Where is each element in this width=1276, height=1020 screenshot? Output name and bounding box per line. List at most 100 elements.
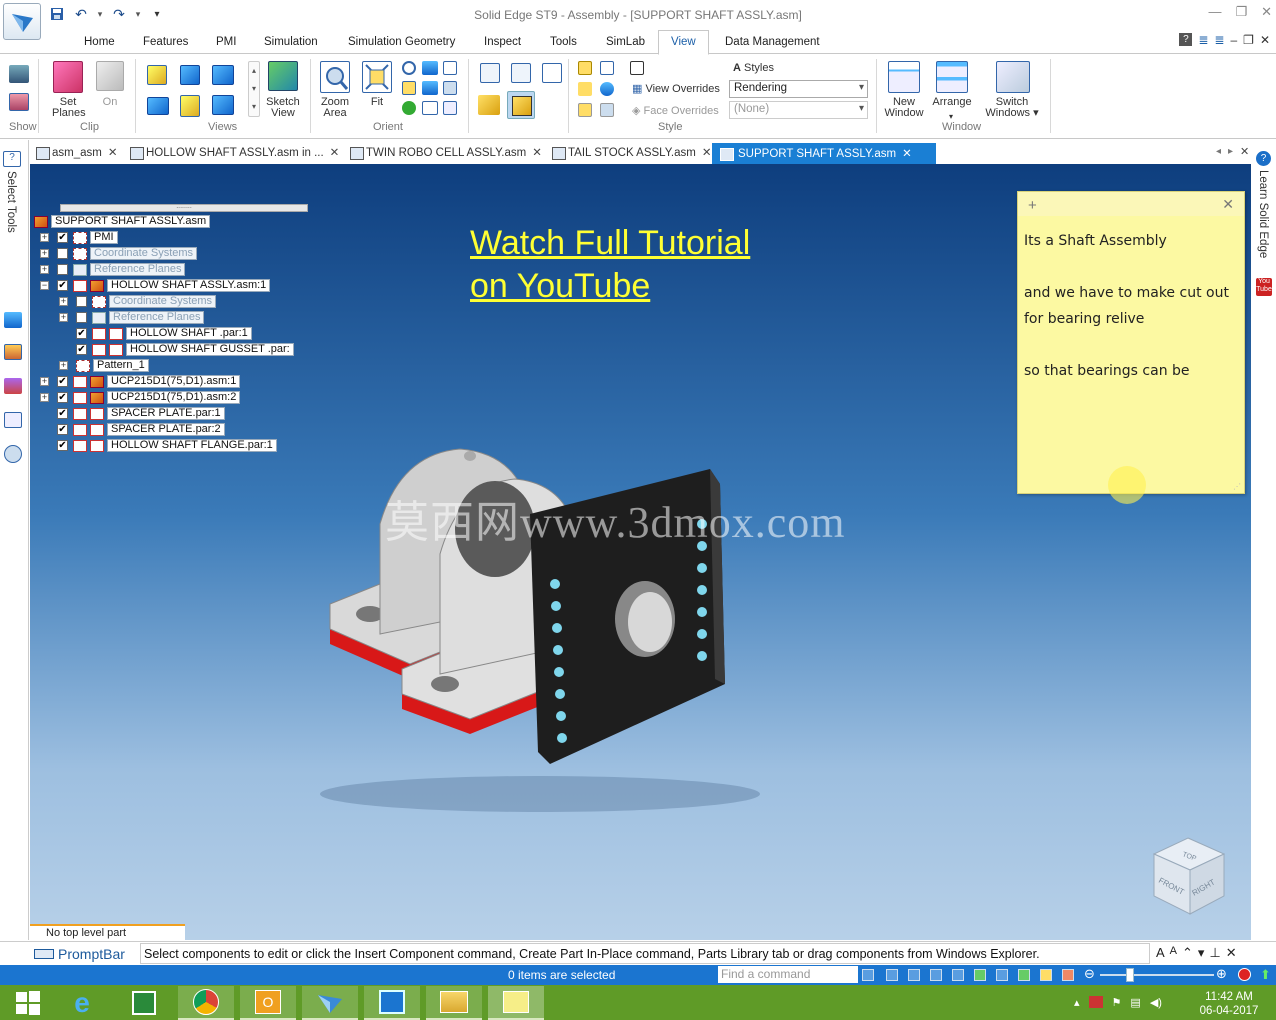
find-command-input[interactable]: Find a command	[718, 966, 858, 983]
show-hidden-icons-icon[interactable]: ▴	[1074, 996, 1080, 1009]
configurations-icon[interactable]	[4, 445, 22, 463]
flag-icon[interactable]: ⚑	[1112, 996, 1122, 1009]
new-window-icon[interactable]	[888, 61, 920, 93]
arrange-icon[interactable]	[936, 61, 968, 93]
perspective-icon[interactable]	[600, 61, 614, 75]
tab-simlab[interactable]: SimLab	[606, 36, 645, 48]
sketch-view-icon[interactable]	[268, 61, 298, 91]
sticky-note-text[interactable]: Its a Shaft Assembly and we have to make…	[1024, 228, 1242, 384]
pan-icon[interactable]	[422, 61, 438, 75]
fit-status-icon[interactable]	[930, 969, 942, 981]
zoom-previous-icon[interactable]	[443, 61, 457, 75]
floor-reflection-icon[interactable]	[600, 103, 614, 117]
new-window-button[interactable]: New Window	[880, 97, 928, 119]
taskbar-screen-capture[interactable]	[364, 986, 420, 1020]
close-promptbar-icon[interactable]: ✕	[1226, 945, 1237, 961]
expand-icon[interactable]: +	[40, 377, 49, 386]
view-left-icon[interactable]	[147, 97, 169, 115]
close-tab-icon[interactable]: ✕	[330, 147, 340, 159]
tab-scroll-left-icon[interactable]: ◂	[1216, 146, 1221, 157]
visibility-checkbox[interactable]: ✔	[57, 424, 68, 435]
close-note-icon[interactable]: ✕	[1222, 196, 1234, 213]
close-icon[interactable]: ✕	[1261, 4, 1272, 20]
pin-icon[interactable]: ⊥	[1209, 945, 1220, 961]
wireframe-cube-icon[interactable]	[480, 63, 500, 83]
go-icon[interactable]	[862, 969, 874, 981]
tab-pmi[interactable]: PMI	[216, 36, 236, 48]
doc-tab-asm-asm[interactable]: asm_asm ✕	[34, 145, 118, 163]
taskbar-file-explorer[interactable]	[426, 986, 482, 1020]
face-overrides-select[interactable]: (None)	[729, 101, 868, 119]
restore-icon[interactable]: ❐	[1235, 4, 1247, 20]
learn-solid-edge-tab[interactable]: Learn Solid Edge	[1257, 170, 1269, 258]
look-at-face-icon[interactable]	[443, 81, 457, 95]
layers-icon[interactable]	[4, 378, 22, 394]
family-icon[interactable]	[4, 344, 22, 360]
spin-status-icon[interactable]	[996, 969, 1008, 981]
tab-tools[interactable]: Tools	[550, 36, 577, 48]
dropdown-icon[interactable]: ▾	[1198, 945, 1205, 961]
arrow-up-icon[interactable]: ⬆	[1260, 967, 1271, 983]
doc-close-icon[interactable]: ✕	[1260, 33, 1270, 47]
taskbar-clock[interactable]: 11:42 AM 06-04-2017	[1196, 990, 1262, 1018]
views-status-icon[interactable]	[1062, 969, 1074, 981]
rotate-icon[interactable]	[402, 81, 416, 95]
minimize-icon[interactable]: —	[1208, 4, 1221, 20]
expand-icon[interactable]: +	[59, 361, 68, 370]
shaded-cube-icon[interactable]	[478, 95, 500, 115]
view-top-icon[interactable]	[147, 65, 167, 85]
refresh-status-icon[interactable]	[1018, 969, 1030, 981]
taskbar-sticky-notes[interactable]	[488, 986, 544, 1020]
tree-node-ucp215d1-1[interactable]: + ✔ UCP215D1(75,D1).asm:1	[40, 375, 241, 388]
spin-about-icon[interactable]	[422, 81, 438, 95]
help-icon[interactable]: ?	[1179, 33, 1193, 46]
zoom-area-icon[interactable]	[320, 61, 350, 93]
doc-restore-icon[interactable]: ❐	[1243, 33, 1254, 47]
show-panes-icon[interactable]	[9, 65, 29, 83]
arrange-button[interactable]: Arrange	[928, 97, 976, 108]
tree-node-ucp215d1-2[interactable]: + ✔ UCP215D1(75,D1).asm:2	[40, 391, 241, 404]
network-icon[interactable]: ▤	[1130, 996, 1140, 1009]
taskbar-solid-edge[interactable]	[302, 986, 358, 1020]
zoom-area-status-icon[interactable]	[886, 969, 898, 981]
tree-node-pattern[interactable]: + Pattern_1	[59, 359, 149, 372]
options-icon[interactable]: ≣	[1214, 33, 1224, 47]
taskbar-store[interactable]	[116, 986, 172, 1020]
view-front-icon[interactable]	[180, 65, 200, 85]
rotate-status-icon[interactable]	[974, 969, 986, 981]
shaded-edges-cube-icon[interactable]	[507, 91, 535, 119]
stop-icon[interactable]	[1238, 968, 1251, 981]
sticky-note[interactable]: + ✕ Its a Shaft Assembly and we have to …	[1017, 191, 1245, 494]
view-bottom-icon[interactable]	[180, 95, 200, 117]
show-display-icon[interactable]	[9, 93, 29, 111]
select-tools-help-icon[interactable]: ?	[3, 151, 21, 167]
doc-minimize-icon[interactable]: –	[1230, 33, 1237, 47]
tab-features[interactable]: Features	[143, 36, 188, 48]
taskbar-chrome[interactable]	[178, 986, 234, 1020]
tree-node-coordinate-systems-sub[interactable]: + Coordinate Systems	[59, 295, 217, 308]
taskbar-internet-explorer[interactable]: e	[54, 986, 110, 1020]
tab-simulation-geometry[interactable]: Simulation Geometry	[348, 36, 455, 48]
doc-tab-tail-stock[interactable]: TAIL STOCK ASSLY.asm ✕	[550, 145, 711, 163]
zoom-icon[interactable]	[402, 61, 416, 75]
pan-status-icon[interactable]	[952, 969, 964, 981]
visibility-checkbox[interactable]: ✔	[57, 280, 68, 291]
styles-button[interactable]: A Styles	[733, 63, 774, 74]
tree-node-reference-planes-sub[interactable]: + Reference Planes	[59, 311, 205, 324]
refresh-view-icon[interactable]	[402, 101, 416, 115]
visibility-checkbox[interactable]: ✔	[57, 440, 68, 451]
font-larger-icon[interactable]: A	[1156, 945, 1165, 961]
visibility-checkbox[interactable]	[57, 248, 68, 259]
tree-node-reference-planes[interactable]: + Reference Planes	[40, 263, 186, 276]
volume-icon[interactable]: ◀)	[1150, 996, 1162, 1009]
doc-tab-hollow-shaft[interactable]: HOLLOW SHAFT ASSLY.asm in ... ✕	[128, 145, 339, 163]
font-smaller-icon[interactable]: A	[1170, 945, 1177, 961]
view-back-icon[interactable]	[212, 95, 234, 115]
reflection-icon[interactable]	[578, 82, 592, 96]
view-right-icon[interactable]	[212, 65, 234, 85]
tree-node-spacer-plate-1[interactable]: ✔ SPACER PLATE.par:1	[57, 407, 225, 420]
docs-icon[interactable]: ≣	[1198, 33, 1208, 47]
close-tab-icon[interactable]: ✕	[902, 148, 912, 160]
fit-icon[interactable]	[362, 61, 392, 93]
tree-node-spacer-plate-2[interactable]: ✔ SPACER PLATE.par:2	[57, 423, 225, 436]
